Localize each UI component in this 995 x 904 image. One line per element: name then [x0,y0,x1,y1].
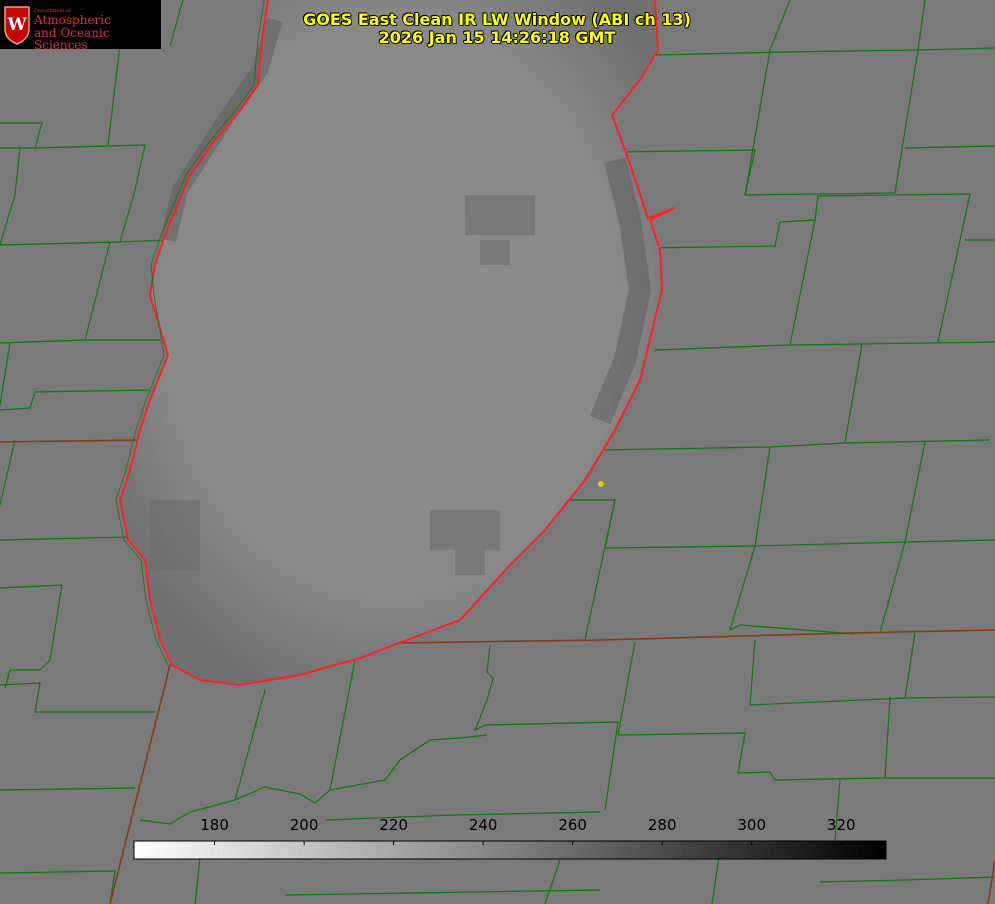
logo-text: Department of Atmospheric and Oceanic Sc… [34,8,161,53]
colorbar-tick-label: 280 [648,816,677,834]
colorbar-tick-label: 240 [469,816,498,834]
colorbar-tick-label: 220 [379,816,408,834]
title-product: GOES East Clean IR LW Window (ABI ch 13) [303,10,691,29]
location-marker [598,481,604,487]
colorbar-tick-label: 300 [737,816,766,834]
colorbar-gradient [133,840,887,860]
uw-crest-icon: W [4,6,30,45]
colorbar-tick-label: 320 [827,816,856,834]
satellite-image-viewer: 180 200 220 240 260 280 300 320 W Department of… [0,0,995,904]
image-title: GOES East Clean IR LW Window (ABI ch 13)… [297,11,697,47]
colorbar-tick-label: 180 [200,816,229,834]
satellite-map: 180 200 220 240 260 280 300 320 [0,0,995,904]
colorbar-tick-label: 260 [558,816,587,834]
title-timestamp: 2026 Jan 15 14:26:18 GMT [378,28,616,47]
svg-text:W: W [6,15,27,35]
uw-aos-logo: W Department of Atmospheric and Oceanic … [0,0,161,53]
colorbar-tick-label: 200 [290,816,319,834]
logo-line-1: Atmospheric [34,13,111,28]
logo-line-2: and Oceanic Sciences [34,25,110,53]
